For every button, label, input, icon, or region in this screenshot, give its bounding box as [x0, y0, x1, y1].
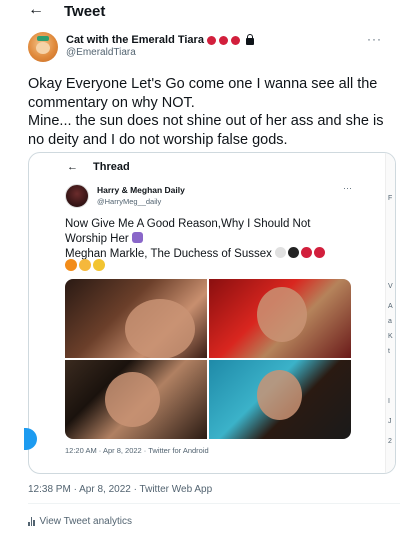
- emoji-row: [65, 259, 105, 271]
- photo-detail: [125, 299, 195, 358]
- tweet-text-line: Mine... the sun does not shine out of he…: [28, 113, 384, 148]
- apple-emoji-icon: [230, 35, 240, 45]
- analytics-icon: [28, 517, 35, 526]
- strip-char: 2: [388, 438, 392, 445]
- photo: [209, 279, 351, 358]
- tweet-text-line: Okay Everyone Let's Go come one I wanna …: [28, 76, 378, 111]
- fire-icon: [65, 259, 77, 271]
- view-analytics-link[interactable]: View Tweet analytics: [28, 516, 132, 527]
- strip-char: I: [388, 398, 390, 405]
- quoted-text-line: Worship Her: [65, 232, 345, 247]
- strip-char: F: [388, 195, 393, 202]
- quoted-avatar: [65, 184, 89, 208]
- analytics-label: View Tweet analytics: [39, 516, 132, 527]
- more-options-icon[interactable]: ···: [367, 32, 382, 46]
- author-handle[interactable]: @EmeraldTiara: [66, 47, 136, 58]
- strip-char: a: [388, 318, 392, 325]
- back-arrow-icon: ←: [67, 161, 78, 173]
- more-options-icon: ···: [343, 183, 352, 193]
- quoted-handle: @HarryMeg__daily: [97, 197, 162, 206]
- quoted-text-line: Meghan Markle, The Duchess of Sussex: [65, 247, 345, 262]
- apple-emoji-icon: [218, 35, 228, 45]
- quoted-text: Now Give Me A Good Reason,Why I Should N…: [65, 217, 345, 262]
- photo: [65, 279, 207, 358]
- back-arrow-icon[interactable]: ←: [28, 2, 44, 18]
- attached-screenshot-card[interactable]: ← Thread Harry & Meghan Daily @HarryMeg_…: [28, 152, 396, 474]
- photo-detail: [257, 370, 302, 420]
- photo-detail: [105, 372, 160, 427]
- lock-icon: [245, 33, 254, 45]
- emoji-icon: [131, 232, 143, 243]
- quoted-text-fragment: Worship Her: [65, 233, 129, 245]
- thread-title: Thread: [93, 161, 130, 173]
- strip-char: t: [388, 348, 390, 355]
- author-display-name[interactable]: Cat with the Emerald Tiara: [66, 33, 254, 46]
- black-heart-icon: [288, 247, 300, 258]
- tweet-body: Okay Everyone Let's Go come one I wanna …: [28, 75, 394, 149]
- page-title: Tweet: [64, 3, 106, 20]
- crown-icon: [93, 259, 105, 271]
- top-header: ← Tweet: [0, 0, 400, 22]
- white-heart-icon: [275, 247, 287, 258]
- quoted-text-line: Now Give Me A Good Reason,Why I Should N…: [65, 218, 311, 230]
- photo: [65, 360, 207, 439]
- strip-char: A: [388, 303, 393, 310]
- strip-char: J: [388, 418, 392, 425]
- author-name-text: Cat with the Emerald Tiara: [66, 34, 204, 46]
- author-avatar[interactable]: [28, 32, 58, 62]
- strip-char: K: [388, 333, 393, 340]
- apple-emoji-icon: [206, 35, 216, 45]
- smiling-hearts-icon: [79, 259, 91, 271]
- red-heart-icon: [314, 247, 326, 258]
- photo-detail: [257, 287, 307, 342]
- strip-char: V: [388, 283, 393, 290]
- exclamation-heart-icon: [301, 247, 313, 258]
- tiara-graphic: [37, 36, 49, 41]
- divider: [28, 503, 400, 504]
- right-edge-strip: F V A a K t I J 2: [385, 153, 395, 473]
- tweet-timestamp[interactable]: 12:38 PM · Apr 8, 2022 · Twitter Web App: [28, 484, 212, 495]
- avatar-face: [36, 42, 50, 54]
- photo-grid: [65, 279, 351, 439]
- quoted-timestamp: 12:20 AM · Apr 8, 2022 · Twitter for And…: [65, 446, 209, 455]
- quoted-display-name: Harry & Meghan Daily: [97, 185, 185, 195]
- photo: [209, 360, 351, 439]
